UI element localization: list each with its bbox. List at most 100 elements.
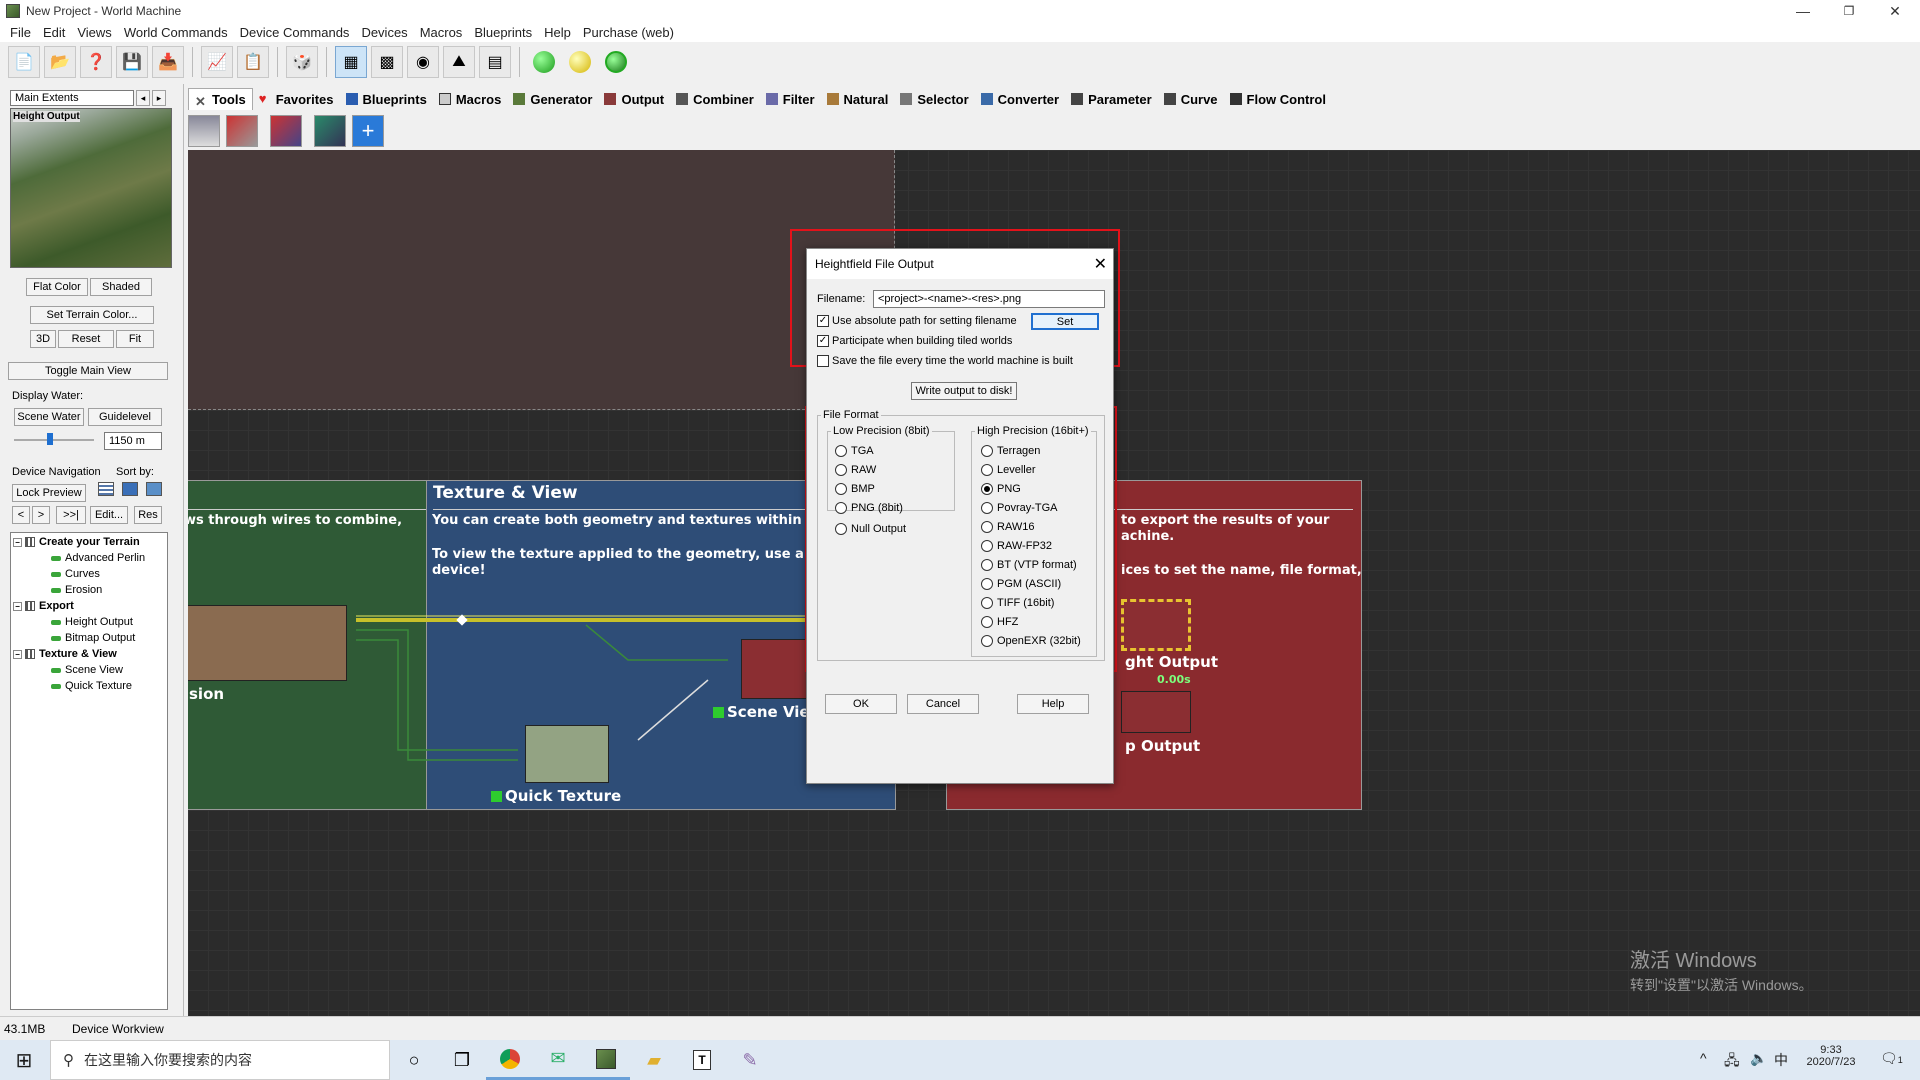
dice-icon[interactable]: 🎲 — [286, 46, 318, 78]
radio-tga[interactable]: TGA — [835, 445, 874, 458]
radio-raw[interactable]: RAW — [835, 464, 876, 477]
tab-flow-control[interactable]: Flow Control — [1224, 88, 1332, 110]
menu-views[interactable]: Views — [71, 25, 117, 40]
terrain-preview[interactable]: Height Output — [10, 108, 172, 268]
flat-color-button[interactable]: Flat Color — [26, 278, 88, 296]
radio-povray-tga[interactable]: Povray-TGA — [981, 502, 1058, 515]
network-icon[interactable]: 🖧 — [1724, 1050, 1740, 1074]
menu-devices[interactable]: Devices — [355, 25, 413, 40]
filename-input[interactable]: <project>-<name>-<res>.png — [873, 290, 1105, 308]
paint-icon[interactable]: ✎ — [726, 1040, 774, 1080]
view-next-button[interactable]: ▸ — [152, 90, 166, 106]
sort-list-icon[interactable] — [98, 482, 114, 496]
ime-indicator[interactable]: 中 — [1774, 1050, 1788, 1070]
device-view-icon[interactable]: ▦ — [335, 46, 367, 78]
radio-png-8bit[interactable]: PNG (8bit) — [835, 502, 903, 515]
tab-generator[interactable]: Generator — [507, 88, 598, 110]
water-slider-thumb[interactable] — [47, 433, 53, 445]
menu-file[interactable]: File — [4, 25, 37, 40]
edit-button[interactable]: Edit... — [90, 506, 128, 524]
radio-tiff-16bit[interactable]: TIFF (16bit) — [981, 597, 1054, 610]
minimize-button[interactable]: — — [1780, 0, 1826, 22]
fit-view-button[interactable]: Fit — [116, 330, 154, 348]
tab-output[interactable]: Output — [598, 88, 670, 110]
clock[interactable]: 9:33 2020/7/23 — [1796, 1044, 1866, 1068]
radio-bmp[interactable]: BMP — [835, 483, 875, 496]
tab-curve[interactable]: Curve — [1158, 88, 1224, 110]
group-tool-icon[interactable] — [188, 115, 220, 147]
tree-item-curves[interactable]: Curves — [51, 568, 100, 580]
tab-favorites[interactable]: ♥ Favorites — [253, 88, 340, 110]
chart-icon[interactable]: 📈 — [201, 46, 233, 78]
tree-item-quick-texture[interactable]: Quick Texture — [51, 680, 132, 692]
save-icon[interactable]: 💾 — [116, 46, 148, 78]
radio-openexr[interactable]: OpenEXR (32bit) — [981, 635, 1081, 648]
sort-type-icon[interactable] — [122, 482, 138, 496]
file-explorer-icon[interactable]: ▰ — [630, 1040, 678, 1080]
sort-group-icon[interactable] — [146, 482, 162, 496]
radio-raw16[interactable]: RAW16 — [981, 521, 1035, 534]
scene-water-button[interactable]: Scene Water — [14, 408, 84, 426]
volume-icon[interactable]: 🔈 — [1750, 1050, 1767, 1067]
help-icon[interactable]: ❓ — [80, 46, 112, 78]
tab-converter[interactable]: Converter — [975, 88, 1065, 110]
typora-icon[interactable]: T — [678, 1040, 726, 1080]
close-button[interactable]: ✕ — [1872, 0, 1918, 22]
guidelevel-button[interactable]: Guidelevel — [88, 408, 162, 426]
reset-view-button[interactable]: Reset — [58, 330, 114, 348]
world-machine-task-icon[interactable] — [582, 1040, 630, 1080]
save-as-icon[interactable]: 📥 — [152, 46, 184, 78]
water-slider-track[interactable] — [14, 439, 94, 441]
ok-button[interactable]: OK — [825, 694, 897, 714]
texture-view-icon[interactable]: ▤ — [479, 46, 511, 78]
lock-preview-button[interactable]: Lock Preview — [12, 484, 86, 502]
task-view-icon[interactable]: ❐ — [438, 1040, 486, 1080]
radio-leveller[interactable]: Leveller — [981, 464, 1036, 477]
build-green-icon[interactable] — [528, 46, 560, 78]
tree-item-height-output[interactable]: Height Output — [51, 616, 133, 628]
radio-png[interactable]: PNG — [981, 483, 1021, 496]
tab-filter[interactable]: Filter — [760, 88, 821, 110]
tree-group-create-terrain[interactable]: − Create your Terrain — [13, 536, 140, 548]
use-absolute-checkbox[interactable]: ✓ Use absolute path for setting filename — [817, 315, 1017, 328]
menu-blueprints[interactable]: Blueprints — [468, 25, 538, 40]
tab-tools[interactable]: ✕ Tools — [188, 88, 253, 110]
taskbar-search[interactable]: ⚲ 在这里输入你要搜索的内容 — [50, 1040, 390, 1080]
tab-natural[interactable]: Natural — [821, 88, 895, 110]
write-output-button[interactable]: Write output to disk! — [911, 382, 1017, 400]
view-prev-button[interactable]: ◂ — [136, 90, 150, 106]
radio-null-output[interactable]: Null Output — [835, 523, 906, 536]
res-button[interactable]: Res — [134, 506, 162, 524]
menu-device-commands[interactable]: Device Commands — [234, 25, 356, 40]
report-icon[interactable]: 📋 — [237, 46, 269, 78]
start-windows-icon[interactable]: ⊞ — [0, 1040, 48, 1080]
radio-terragen[interactable]: Terragen — [981, 445, 1040, 458]
radio-raw-fp32[interactable]: RAW-FP32 — [981, 540, 1052, 553]
tree-item-advanced-perlin[interactable]: Advanced Perlin — [51, 552, 145, 564]
tree-group-export[interactable]: − Export — [13, 600, 74, 612]
wechat-icon[interactable]: ✉ — [534, 1040, 582, 1080]
tab-selector[interactable]: Selector — [894, 88, 974, 110]
view-3d-button[interactable]: 3D — [30, 330, 56, 348]
radio-hfz[interactable]: HFZ — [981, 616, 1018, 629]
radio-bt-vtp[interactable]: BT (VTP format) — [981, 559, 1077, 572]
participate-checkbox[interactable]: ✓ Participate when building tiled worlds — [817, 335, 1012, 348]
tree-item-bitmap-output[interactable]: Bitmap Output — [51, 632, 135, 644]
help-button[interactable]: Help — [1017, 694, 1089, 714]
view-select[interactable]: Main Extents — [10, 90, 134, 106]
tree-item-erosion[interactable]: Erosion — [51, 584, 102, 596]
build-world-icon[interactable] — [600, 46, 632, 78]
new-project-icon[interactable]: 📄 — [8, 46, 40, 78]
dialog-close-icon[interactable]: ✕ — [1094, 254, 1107, 274]
restore-button[interactable]: ❐ — [1826, 0, 1872, 22]
save-every-checkbox[interactable]: Save the file every time the world machi… — [817, 355, 1073, 368]
tab-parameter[interactable]: Parameter — [1065, 88, 1158, 110]
tree-group-texture-view[interactable]: − Texture & View — [13, 648, 117, 660]
notification-center-icon[interactable]: 🗨1 — [1880, 1050, 1903, 1067]
set-terrain-color-button[interactable]: Set Terrain Color... — [30, 306, 154, 324]
tab-combiner[interactable]: Combiner — [670, 88, 760, 110]
delete-group-icon[interactable] — [226, 115, 258, 147]
toggle-main-view-button[interactable]: Toggle Main View — [8, 362, 168, 380]
water-level-field[interactable]: 1150 m — [104, 432, 162, 450]
tray-chevron-icon[interactable]: ^ — [1700, 1050, 1707, 1066]
